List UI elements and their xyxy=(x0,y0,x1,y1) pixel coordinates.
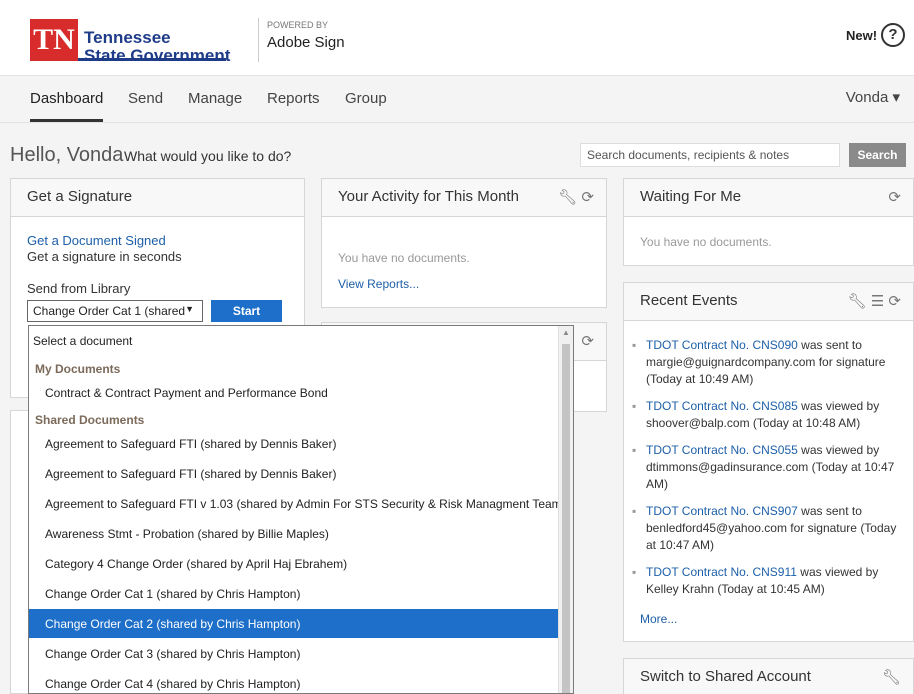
recent-tools: 🔧︎ ☰ ⟳ xyxy=(848,292,901,310)
greeting-question: What would you like to do? xyxy=(124,148,292,164)
activity-header: Your Activity for This Month 🔧︎ ⟳ xyxy=(322,179,606,217)
header-divider xyxy=(258,18,259,62)
event-link[interactable]: TDOT Contract No. CNS907 xyxy=(646,504,798,518)
dropdown-option[interactable]: Category 4 Change Order (shared by April… xyxy=(29,549,559,578)
refresh-icon[interactable]: ⟳ xyxy=(581,189,594,206)
product-name: Adobe Sign xyxy=(267,34,345,51)
main-nav: Dashboard Send Manage Reports Group Vond… xyxy=(0,75,914,123)
refresh-icon[interactable]: ⟳ xyxy=(888,293,901,310)
nav-send[interactable]: Send xyxy=(128,90,163,107)
refresh-icon[interactable]: ⟳ xyxy=(888,188,901,206)
greeting-hello: Hello, Vonda xyxy=(10,144,124,166)
start-button[interactable]: Start xyxy=(211,300,282,322)
dropdown-option[interactable]: Change Order Cat 3 (shared by Chris Hamp… xyxy=(29,639,559,668)
scrollbar-thumb[interactable] xyxy=(562,344,570,693)
rss-icon[interactable]: ☰ xyxy=(871,293,884,310)
event-link[interactable]: TDOT Contract No. CNS911 xyxy=(646,565,797,579)
dropdown-placeholder[interactable]: Select a document xyxy=(29,326,559,355)
state-name-line1: Tennessee xyxy=(84,28,171,47)
library-select[interactable]: Change Order Cat 1 (shared ▼ xyxy=(27,300,203,322)
waiting-header: Waiting For Me ⟳ xyxy=(624,179,913,217)
nav-manage[interactable]: Manage xyxy=(188,90,242,107)
dropdown-option[interactable]: Awareness Stmt - Probation (shared by Bi… xyxy=(29,519,559,548)
event-item: ▪ TDOT Contract No. CNS907 was sent to be… xyxy=(632,504,897,552)
wrench-icon[interactable]: 🔧︎ xyxy=(558,189,577,206)
send-from-library-label: Send from Library xyxy=(27,281,131,296)
waiting-title: Waiting For Me xyxy=(640,188,742,205)
dropdown-option[interactable]: Agreement to Safeguard FTI (shared by De… xyxy=(29,459,559,488)
search-button[interactable]: Search xyxy=(849,143,906,167)
event-link[interactable]: TDOT Contract No. CNS090 xyxy=(646,338,798,352)
new-link[interactable]: New! xyxy=(846,28,877,43)
view-reports-link[interactable]: View Reports... xyxy=(338,277,419,291)
recent-header: Recent Events 🔧︎ ☰ ⟳ xyxy=(624,283,913,321)
chevron-down-icon: ▾ xyxy=(892,89,900,106)
app-header: TN Tennessee State Government POWERED BY… xyxy=(0,0,914,75)
search-input[interactable]: Search documents, recipients & notes xyxy=(580,143,840,167)
activity-panel: Your Activity for This Month 🔧︎ ⟳ You ha… xyxy=(321,178,607,308)
activity-tools: 🔧︎ ⟳ xyxy=(558,188,594,206)
waiting-empty: You have no documents. xyxy=(640,235,772,249)
refresh-icon[interactable]: ⟳ xyxy=(581,332,594,350)
shared-account-title: Switch to Shared Account xyxy=(640,668,811,685)
help-icon[interactable]: ? xyxy=(881,23,905,47)
activity-title: Your Activity for This Month xyxy=(338,188,519,205)
state-name: Tennessee State Government xyxy=(84,29,230,65)
event-item: ▪ TDOT Contract No. CNS085 was viewed by … xyxy=(632,399,880,430)
event-link[interactable]: TDOT Contract No. CNS085 xyxy=(646,399,798,413)
dropdown-option[interactable]: Contract & Contract Payment and Performa… xyxy=(29,378,559,407)
powered-by: POWERED BY xyxy=(267,20,329,30)
more-events-link[interactable]: More... xyxy=(640,612,677,626)
dropdown-option[interactable]: Change Order Cat 4 (shared by Chris Hamp… xyxy=(29,669,559,693)
dropdown-scrollbar[interactable]: ▲ xyxy=(558,326,573,693)
dropdown-option-highlighted[interactable]: Change Order Cat 2 (shared by Chris Hamp… xyxy=(29,609,559,638)
user-menu[interactable]: Vonda ▾ xyxy=(846,88,900,106)
get-signature-subtitle: Get a signature in seconds xyxy=(27,249,182,264)
scroll-up-icon[interactable]: ▲ xyxy=(562,328,570,337)
library-select-value: Change Order Cat 1 (shared xyxy=(33,304,186,318)
nav-reports[interactable]: Reports xyxy=(267,90,320,107)
chevron-down-icon: ▼ xyxy=(185,304,194,314)
wrench-icon[interactable]: 🔧︎ xyxy=(848,293,867,310)
get-document-signed-link[interactable]: Get a Document Signed xyxy=(27,233,166,248)
nav-active-indicator xyxy=(30,119,103,122)
dropdown-option[interactable]: Agreement to Safeguard FTI (shared by De… xyxy=(29,429,559,458)
state-name-line2: State Government xyxy=(84,46,231,65)
wrench-icon[interactable]: 🔧︎ xyxy=(882,668,901,686)
event-item: ▪ TDOT Contract No. CNS911 was viewed by … xyxy=(632,565,879,596)
event-item: ▪ TDOT Contract No. CNS090 was sent to ma… xyxy=(632,338,886,386)
panel-title: Get a Signature xyxy=(11,179,304,217)
event-item: ▪ TDOT Contract No. CNS055 was viewed by … xyxy=(632,443,895,491)
document-dropdown[interactable]: Select a document My Documents Contract … xyxy=(28,325,574,694)
shared-account-header: Switch to Shared Account 🔧︎ xyxy=(624,659,913,694)
activity-empty: You have no documents. xyxy=(338,251,470,265)
dropdown-option[interactable]: Agreement to Safeguard FTI v 1.03 (share… xyxy=(29,489,569,518)
nav-group[interactable]: Group xyxy=(345,90,387,107)
recent-title: Recent Events xyxy=(640,292,738,309)
waiting-panel: Waiting For Me ⟳ You have no documents. xyxy=(623,178,914,266)
dropdown-option[interactable]: Change Order Cat 1 (shared by Chris Hamp… xyxy=(29,579,559,608)
shared-account-panel: Switch to Shared Account 🔧︎ xyxy=(623,658,914,694)
event-link[interactable]: TDOT Contract No. CNS055 xyxy=(646,443,798,457)
user-name: Vonda xyxy=(845,89,889,106)
tn-logo[interactable]: TN xyxy=(30,19,78,61)
nav-dashboard[interactable]: Dashboard xyxy=(30,90,103,107)
